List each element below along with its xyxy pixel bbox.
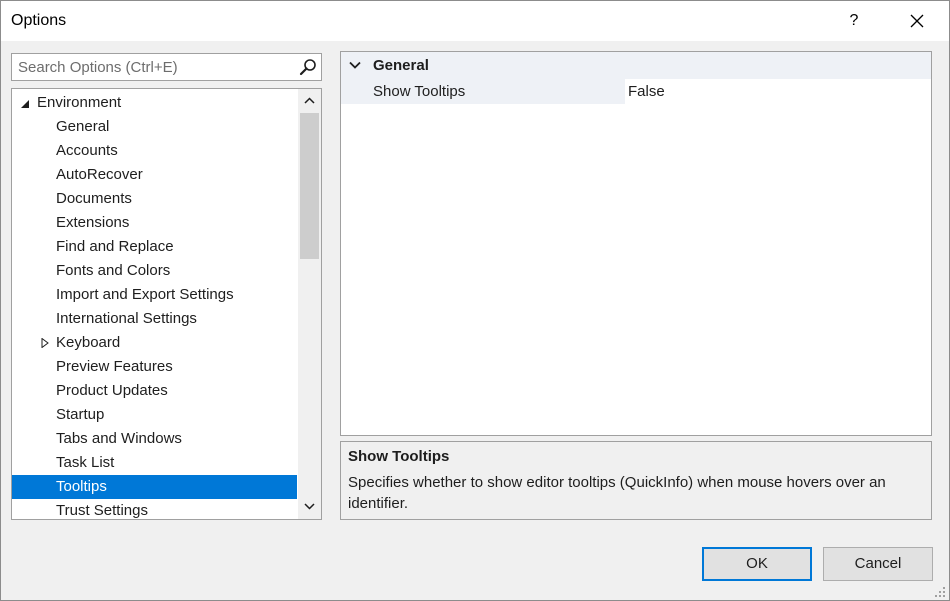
tree-item-label: General [56, 118, 110, 135]
chevron-up-icon [304, 97, 315, 104]
scrollbar-thumb[interactable] [300, 113, 319, 259]
tree-item-find-and-replace[interactable]: Find and Replace [12, 235, 297, 259]
tree-item-autorecover[interactable]: AutoRecover [12, 163, 297, 187]
property-value[interactable]: False [628, 83, 665, 100]
tree-item-label: Trust Settings [56, 502, 148, 519]
tree-item-label: Startup [56, 406, 105, 423]
tree-item-accounts[interactable]: Accounts [12, 139, 297, 163]
options-tree: Environment General Accounts AutoRecover… [11, 88, 322, 520]
search-icon[interactable] [299, 58, 317, 76]
window-title: Options [11, 12, 67, 29]
tree-item-tabs-and-windows[interactable]: Tabs and Windows [12, 427, 297, 451]
tree-item-tooltips[interactable]: Tooltips [12, 475, 297, 499]
category-label: General [373, 57, 429, 74]
tree-item-label: Extensions [56, 214, 130, 231]
tree-item-label: AutoRecover [56, 166, 143, 183]
scroll-down-button[interactable] [298, 495, 321, 519]
tree-item-label: Import and Export Settings [56, 286, 234, 303]
tree-item-environment[interactable]: Environment [12, 91, 297, 115]
property-name-cell: Show Tooltips [341, 79, 625, 104]
collapsed-triangle-icon[interactable] [40, 338, 50, 348]
tree-item-international-settings[interactable]: International Settings [12, 307, 297, 331]
tree-item-label: Environment [37, 94, 122, 111]
cancel-button[interactable]: Cancel [823, 547, 933, 581]
description-text: Specifies whether to show editor tooltip… [348, 474, 886, 512]
tree-item-label: Documents [56, 190, 132, 207]
chevron-down-icon [304, 503, 315, 510]
tree-item-documents[interactable]: Documents [12, 187, 297, 211]
close-button[interactable] [901, 7, 933, 35]
tree-item-fonts-and-colors[interactable]: Fonts and Colors [12, 259, 297, 283]
tree-list: Environment General Accounts AutoRecover… [12, 91, 297, 519]
search-input[interactable] [12, 54, 292, 80]
help-button[interactable]: ? [839, 7, 869, 35]
tree-item-label: Preview Features [56, 358, 173, 375]
tree-item-trust-settings[interactable]: Trust Settings [12, 499, 297, 519]
property-grid: General Show Tooltips False [340, 51, 932, 436]
tree-item-label: Tooltips [56, 478, 107, 495]
tree-item-general[interactable]: General [12, 115, 297, 139]
tree-item-label: Find and Replace [56, 238, 174, 255]
tree-item-label: Keyboard [56, 334, 121, 351]
tree-item-startup[interactable]: Startup [12, 403, 297, 427]
tree-item-label: Accounts [56, 142, 118, 159]
description-panel: Show Tooltips Specifies whether to show … [340, 441, 932, 520]
description-title: Show Tooltips [348, 448, 450, 465]
tree-item-product-updates[interactable]: Product Updates [12, 379, 297, 403]
options-dialog: Options ? Environment General Accounts A… [0, 0, 950, 601]
property-row-show-tooltips[interactable]: Show Tooltips False [341, 79, 931, 104]
ok-button[interactable]: OK [702, 547, 812, 581]
scroll-up-button[interactable] [298, 89, 321, 113]
tree-item-label: International Settings [56, 310, 197, 327]
tree-scrollbar[interactable] [298, 89, 321, 519]
title-bar: Options ? [1, 1, 949, 41]
tree-item-label: Task List [56, 454, 115, 471]
property-name: Show Tooltips [373, 83, 466, 100]
expanded-triangle-icon[interactable] [20, 99, 30, 109]
tree-item-preview-features[interactable]: Preview Features [12, 355, 297, 379]
tree-item-label: Tabs and Windows [56, 430, 182, 447]
chevron-down-icon[interactable] [349, 61, 361, 69]
tree-item-import-export-settings[interactable]: Import and Export Settings [12, 283, 297, 307]
tree-item-label: Product Updates [56, 382, 168, 399]
close-icon [910, 14, 924, 28]
tree-item-keyboard[interactable]: Keyboard [12, 331, 297, 355]
tree-item-task-list[interactable]: Task List [12, 451, 297, 475]
property-category-general[interactable]: General [341, 52, 931, 79]
search-box [11, 53, 322, 81]
resize-grip-icon[interactable] [934, 586, 946, 598]
tree-item-label: Fonts and Colors [56, 262, 171, 279]
tree-item-extensions[interactable]: Extensions [12, 211, 297, 235]
